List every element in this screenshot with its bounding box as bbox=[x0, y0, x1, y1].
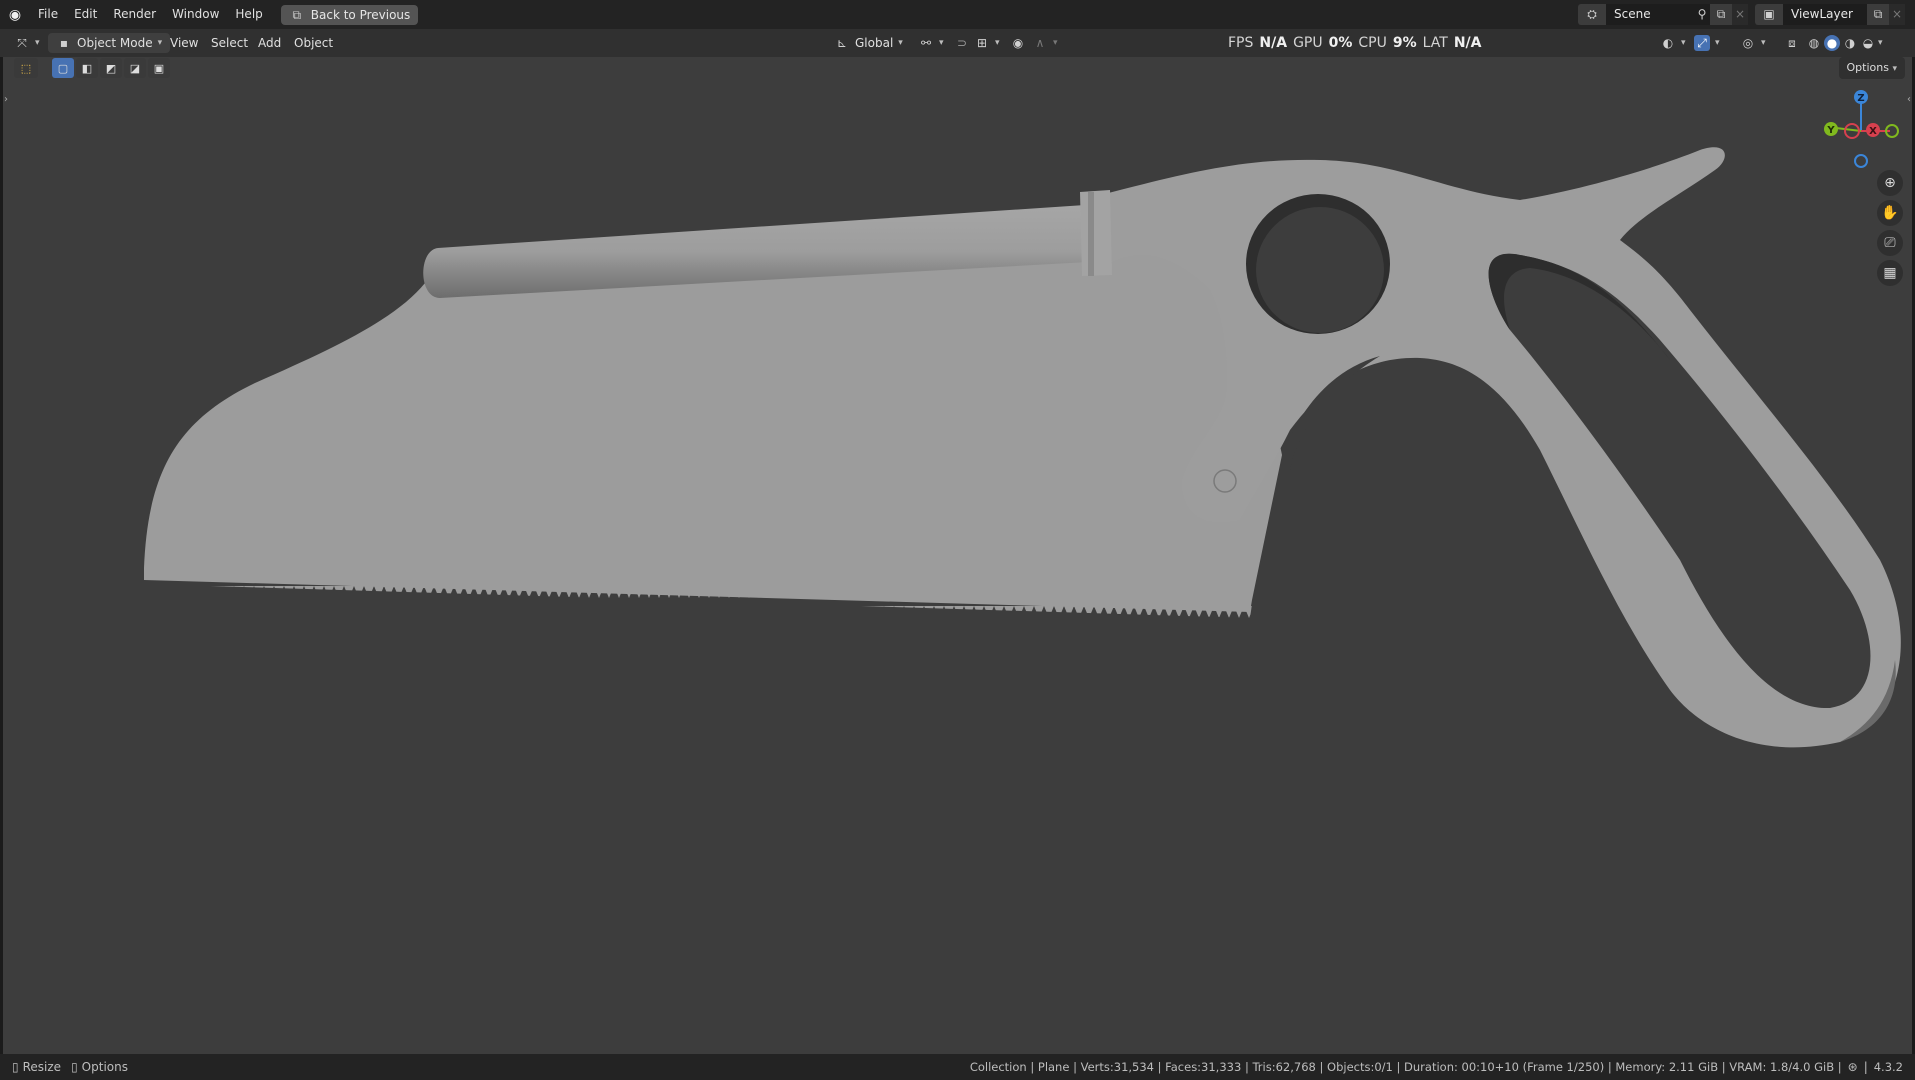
blender-version: 4.3.2 bbox=[1873, 1060, 1903, 1074]
gizmo-z-label: Z bbox=[1857, 93, 1864, 104]
mouse-right-icon: ▯ bbox=[71, 1060, 78, 1074]
gizmo-x-label: X bbox=[1869, 126, 1877, 137]
rod-ferrule bbox=[1080, 190, 1112, 276]
saw-blade[interactable] bbox=[144, 228, 1282, 612]
perspective-grid-icon[interactable]: ▦ bbox=[1877, 260, 1903, 286]
pan-hand-icon[interactable]: ✋ bbox=[1877, 200, 1903, 226]
viewport-saw-model[interactable] bbox=[0, 0, 1915, 1080]
viewport-navigation: ⊕ ✋ ⎚ ▦ bbox=[1877, 170, 1903, 286]
navigation-gizmo[interactable]: Z X Y bbox=[1820, 88, 1910, 178]
gizmo-y-label: Y bbox=[1826, 125, 1835, 136]
mouse-left-icon: ▯ bbox=[12, 1060, 19, 1074]
status-options-label: Options bbox=[81, 1060, 128, 1074]
handle-round-hole-inner bbox=[1256, 207, 1384, 333]
status-bar: ▯ Resize ▯ Options Collection | Plane | … bbox=[0, 1054, 1915, 1080]
globe-icon: ⊛ bbox=[1847, 1060, 1858, 1074]
separator: | bbox=[1863, 1060, 1868, 1074]
scene-statistics: Collection | Plane | Verts:31,534 | Face… bbox=[969, 1060, 1842, 1074]
zoom-icon[interactable]: ⊕ bbox=[1877, 170, 1903, 196]
gizmo-neg-z[interactable] bbox=[1854, 154, 1868, 168]
ferrule-ring bbox=[1088, 192, 1094, 276]
status-resize-label: Resize bbox=[22, 1060, 62, 1074]
camera-view-icon[interactable]: ⎚ bbox=[1877, 230, 1903, 256]
